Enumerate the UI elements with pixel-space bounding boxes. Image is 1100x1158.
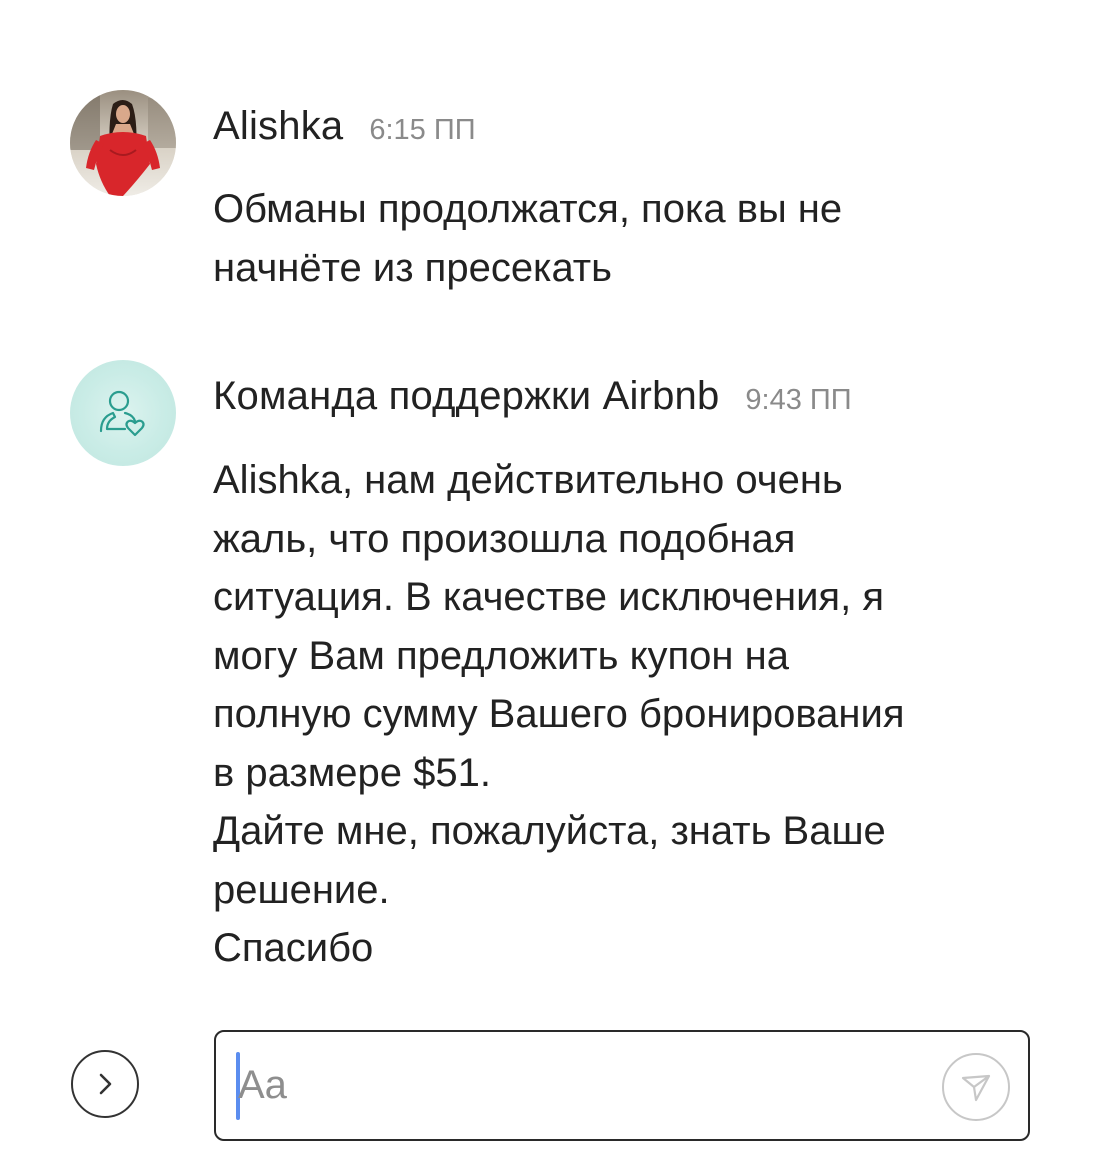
message-input[interactable]: [238, 1046, 938, 1124]
message-line: ситуация. В качестве исключения, я: [213, 575, 884, 619]
message-line: Alishka, нам действительно очень: [213, 458, 843, 502]
message-input-box[interactable]: [214, 1030, 1030, 1141]
avatar[interactable]: [70, 360, 176, 466]
support-heart-person-icon: [99, 390, 145, 437]
message-line: начнёте из пресекать: [213, 245, 612, 290]
message-line: жаль, что произошла подобная: [213, 516, 796, 561]
message-time: 6:15 ПП: [369, 114, 476, 146]
chevron-right-icon: [99, 1073, 112, 1095]
avatar[interactable]: [70, 90, 176, 196]
message-text: Alishka, нам действительно очень жаль, ч…: [213, 451, 1053, 978]
message-line: полную сумму Вашего бронирования: [213, 692, 905, 736]
user-photo-avatar: [70, 90, 176, 196]
message-line: могу Вам предложить купон на: [213, 633, 789, 678]
message-line: в размере $51.: [213, 750, 491, 795]
send-icon: [961, 1074, 991, 1102]
message-line: Обманы продолжатся, пока вы не: [213, 187, 843, 231]
message-composer: [0, 1030, 1100, 1142]
message-line: Спасибо: [213, 926, 374, 970]
message-line: решение.: [213, 867, 390, 912]
message-line: Дайте мне, пожалуйста, знать Ваше: [213, 809, 886, 853]
message-text: Обманы продолжатся, пока вы не начнёте и…: [213, 180, 1053, 297]
message-time: 9:43 ПП: [745, 384, 852, 416]
send-button[interactable]: [942, 1053, 1010, 1121]
sender-name: Команда поддержки Airbnb: [213, 374, 720, 418]
sender-name: Alishka: [213, 104, 344, 148]
expand-button[interactable]: [71, 1050, 139, 1118]
